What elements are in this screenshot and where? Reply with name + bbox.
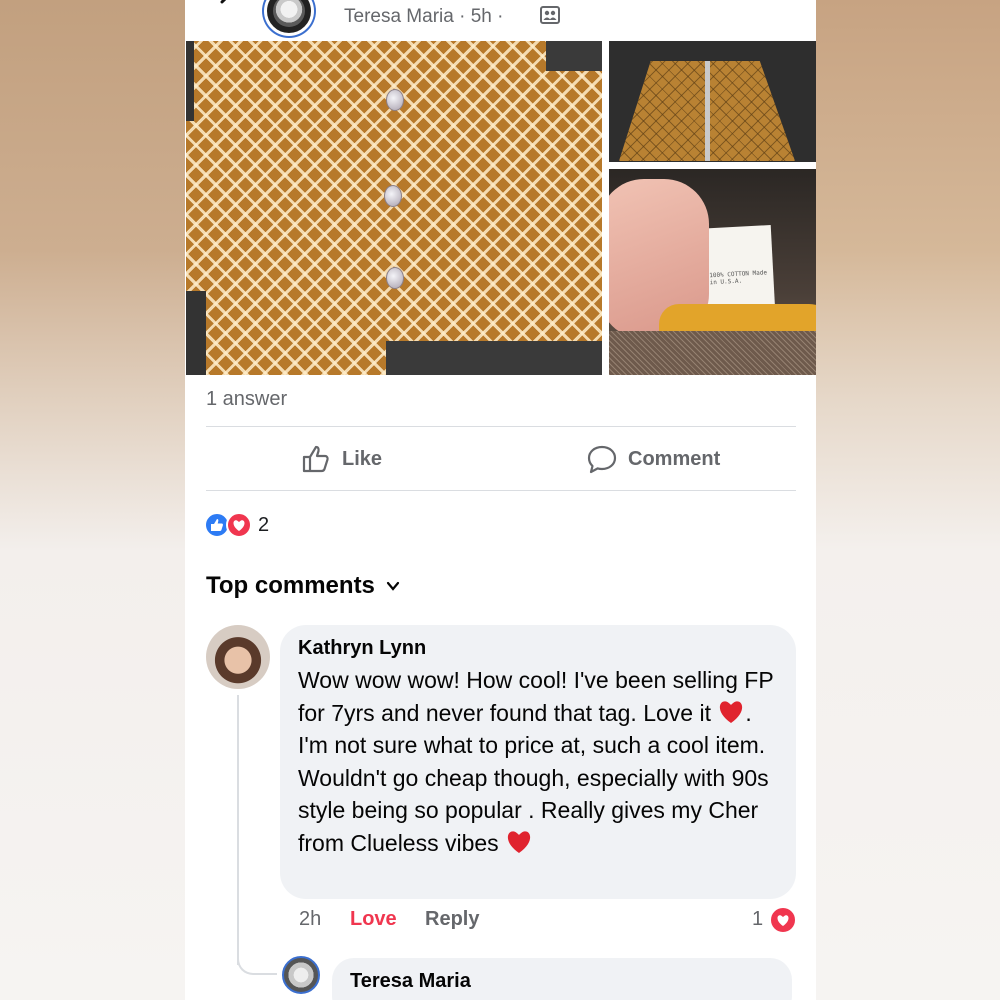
thumbs-up-icon	[302, 445, 329, 473]
like-label: Like	[342, 447, 383, 470]
author-name[interactable]: Teresa Maria	[344, 6, 454, 27]
thread-line	[237, 695, 239, 965]
comments-sort[interactable]: Top comments	[206, 572, 401, 600]
divider	[206, 426, 796, 427]
answers-count[interactable]: 1 answer	[206, 388, 287, 411]
comment-reaction-count[interactable]: 1	[752, 908, 763, 931]
like-button[interactable]: Like	[300, 441, 382, 477]
reply-author-avatar[interactable]	[282, 956, 320, 994]
chevron-down-icon	[386, 581, 400, 591]
comment-button[interactable]: Comment	[586, 441, 720, 477]
red-heart-icon	[720, 700, 743, 723]
thread-connector	[237, 950, 277, 975]
post-header: Teresa Maria · 5h ·	[186, 0, 816, 40]
red-heart-icon	[507, 830, 531, 853]
love-reaction-icon	[226, 512, 252, 538]
comment-line-1-tail: .	[745, 699, 752, 726]
comment-time: 2h	[299, 908, 322, 930]
comment-label: Comment	[628, 447, 721, 470]
comments-sort-label: Top comments	[206, 572, 375, 599]
reaction-count: 2	[258, 513, 270, 536]
background-right	[816, 0, 1000, 1000]
divider	[206, 490, 796, 491]
love-reaction-icon[interactable]	[769, 906, 797, 934]
back-arrow-icon[interactable]	[216, 0, 242, 16]
shirt-button-3	[386, 267, 404, 289]
post-photo-shirt[interactable]	[186, 41, 602, 375]
group-audience-icon	[540, 6, 560, 24]
comment-reply-button[interactable]: Reply	[425, 908, 479, 931]
post-view: Teresa Maria · 5h · 100% COTTON Made in …	[186, 0, 816, 1000]
reply-author-name[interactable]: Teresa Maria	[350, 970, 774, 993]
shirt-button-2	[384, 185, 402, 207]
comment-line-1: Wow wow wow! How cool! I've been selling…	[298, 667, 774, 726]
commenter-name[interactable]: Kathryn Lynn	[298, 637, 778, 660]
reactions-summary[interactable]: 2	[204, 511, 269, 539]
comment-text: Wow wow wow! How cool! I've been selling…	[298, 664, 778, 859]
post-photo-skirt[interactable]	[609, 41, 816, 162]
comment-line-2: I'm not sure what to price at, such a co…	[298, 732, 769, 856]
background-left	[0, 0, 185, 1000]
author-avatar[interactable]	[264, 0, 314, 36]
comment-love-button[interactable]: Love	[350, 908, 397, 931]
commenter-avatar[interactable]	[206, 625, 270, 689]
author-name-line[interactable]: Teresa Maria · 5h ·	[344, 6, 503, 28]
comment-bubble-icon	[587, 445, 617, 474]
shirt-button-1	[386, 89, 404, 111]
comment-bubble[interactable]: Kathryn Lynn Wow wow wow! How cool! I've…	[280, 625, 796, 899]
post-meta: · 5h ·	[453, 6, 504, 27]
post-photo-tag[interactable]: 100% COTTON Made in U.S.A.	[609, 169, 816, 375]
reply-bubble[interactable]: Teresa Maria	[332, 958, 792, 1000]
